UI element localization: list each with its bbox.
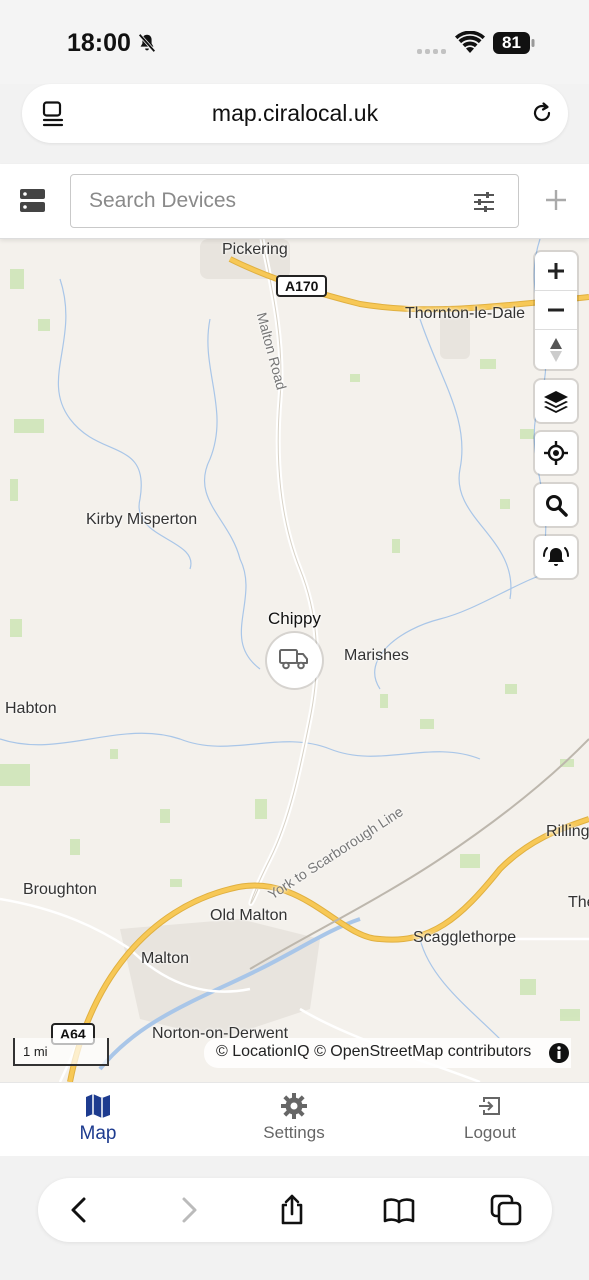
place-habton: Habton <box>5 700 57 717</box>
battery-indicator: 81 <box>493 32 535 54</box>
place-malton: Malton <box>141 950 190 967</box>
browser-address-bar[interactable]: map.ciralocal.uk <box>22 84 568 143</box>
place-thornton-le-dale: Thornton-le-Dale <box>405 305 526 322</box>
zoom-in-button[interactable] <box>535 252 577 291</box>
layers-icon <box>544 391 568 413</box>
info-icon[interactable] <box>548 1042 570 1064</box>
nav-settings[interactable]: Settings <box>234 1093 354 1143</box>
map-view[interactable]: Pickering Thornton-le-Dale Kirby Mispert… <box>0 239 589 1082</box>
nav-map-label: Map <box>79 1123 117 1144</box>
zoom-controls <box>535 252 577 369</box>
gear-icon <box>281 1093 307 1119</box>
compass-button[interactable] <box>535 330 577 369</box>
crosshair-icon <box>544 441 568 465</box>
map-search-button[interactable] <box>535 484 577 526</box>
nav-logout-label: Logout <box>464 1123 516 1142</box>
place-broughton: Broughton <box>23 881 97 898</box>
map-attribution: © LocationIQ © OpenStreetMap contributor… <box>204 1038 572 1068</box>
nav-settings-label: Settings <box>263 1123 325 1142</box>
minus-icon <box>548 308 564 312</box>
locate-button[interactable] <box>535 432 577 474</box>
place-pickering: Pickering <box>222 241 288 258</box>
place-kirby-misperton: Kirby Misperton <box>86 511 198 528</box>
place-rilling: Rilling <box>546 823 589 840</box>
zoom-out-button[interactable] <box>535 291 577 330</box>
place-scagglethorpe: Scagglethorpe <box>413 929 517 946</box>
cellular-signal-icon <box>417 41 449 59</box>
logout-icon <box>479 1097 500 1115</box>
device-label: Chippy <box>268 609 321 628</box>
add-device-icon[interactable] <box>544 188 568 212</box>
reload-icon[interactable] <box>530 101 554 125</box>
url-text[interactable]: map.ciralocal.uk <box>22 100 568 127</box>
forward-icon[interactable] <box>172 1194 204 1226</box>
battery-level: 81 <box>502 33 521 52</box>
share-icon[interactable] <box>276 1194 308 1226</box>
map-scale: 1 mi <box>13 1038 109 1066</box>
compass-icon <box>550 337 562 362</box>
nav-logout[interactable]: Logout <box>430 1093 550 1143</box>
search-icon <box>546 495 568 517</box>
app-header <box>0 164 589 239</box>
devices-list-icon[interactable] <box>20 188 45 213</box>
status-time: 18:00 <box>67 29 131 57</box>
bell-off-icon <box>138 33 156 53</box>
search-input[interactable] <box>89 187 449 215</box>
filter-tune-icon[interactable] <box>472 190 496 214</box>
truck-icon <box>279 649 308 670</box>
road-shield-a170: A170 <box>276 275 328 297</box>
bookmarks-icon[interactable] <box>383 1194 415 1226</box>
place-old-malton: Old Malton <box>210 907 288 924</box>
status-bar: 18:00 81 <box>0 0 589 84</box>
device-marker[interactable] <box>267 633 322 688</box>
place-the: The <box>568 894 589 911</box>
search-devices-field[interactable] <box>70 174 519 228</box>
alarms-button[interactable] <box>535 536 577 578</box>
nav-map[interactable]: Map <box>38 1093 158 1145</box>
alarm-bell-icon <box>543 547 569 566</box>
wifi-icon <box>455 31 485 53</box>
place-marishes: Marishes <box>344 647 409 664</box>
back-icon[interactable] <box>64 1194 96 1226</box>
map-icon <box>86 1094 110 1118</box>
plus-icon <box>548 263 564 279</box>
tabs-icon[interactable] <box>490 1194 522 1226</box>
browser-toolbar <box>38 1178 552 1242</box>
layers-button[interactable] <box>535 380 577 422</box>
bottom-navigation: Map Settings Logout <box>0 1082 589 1156</box>
